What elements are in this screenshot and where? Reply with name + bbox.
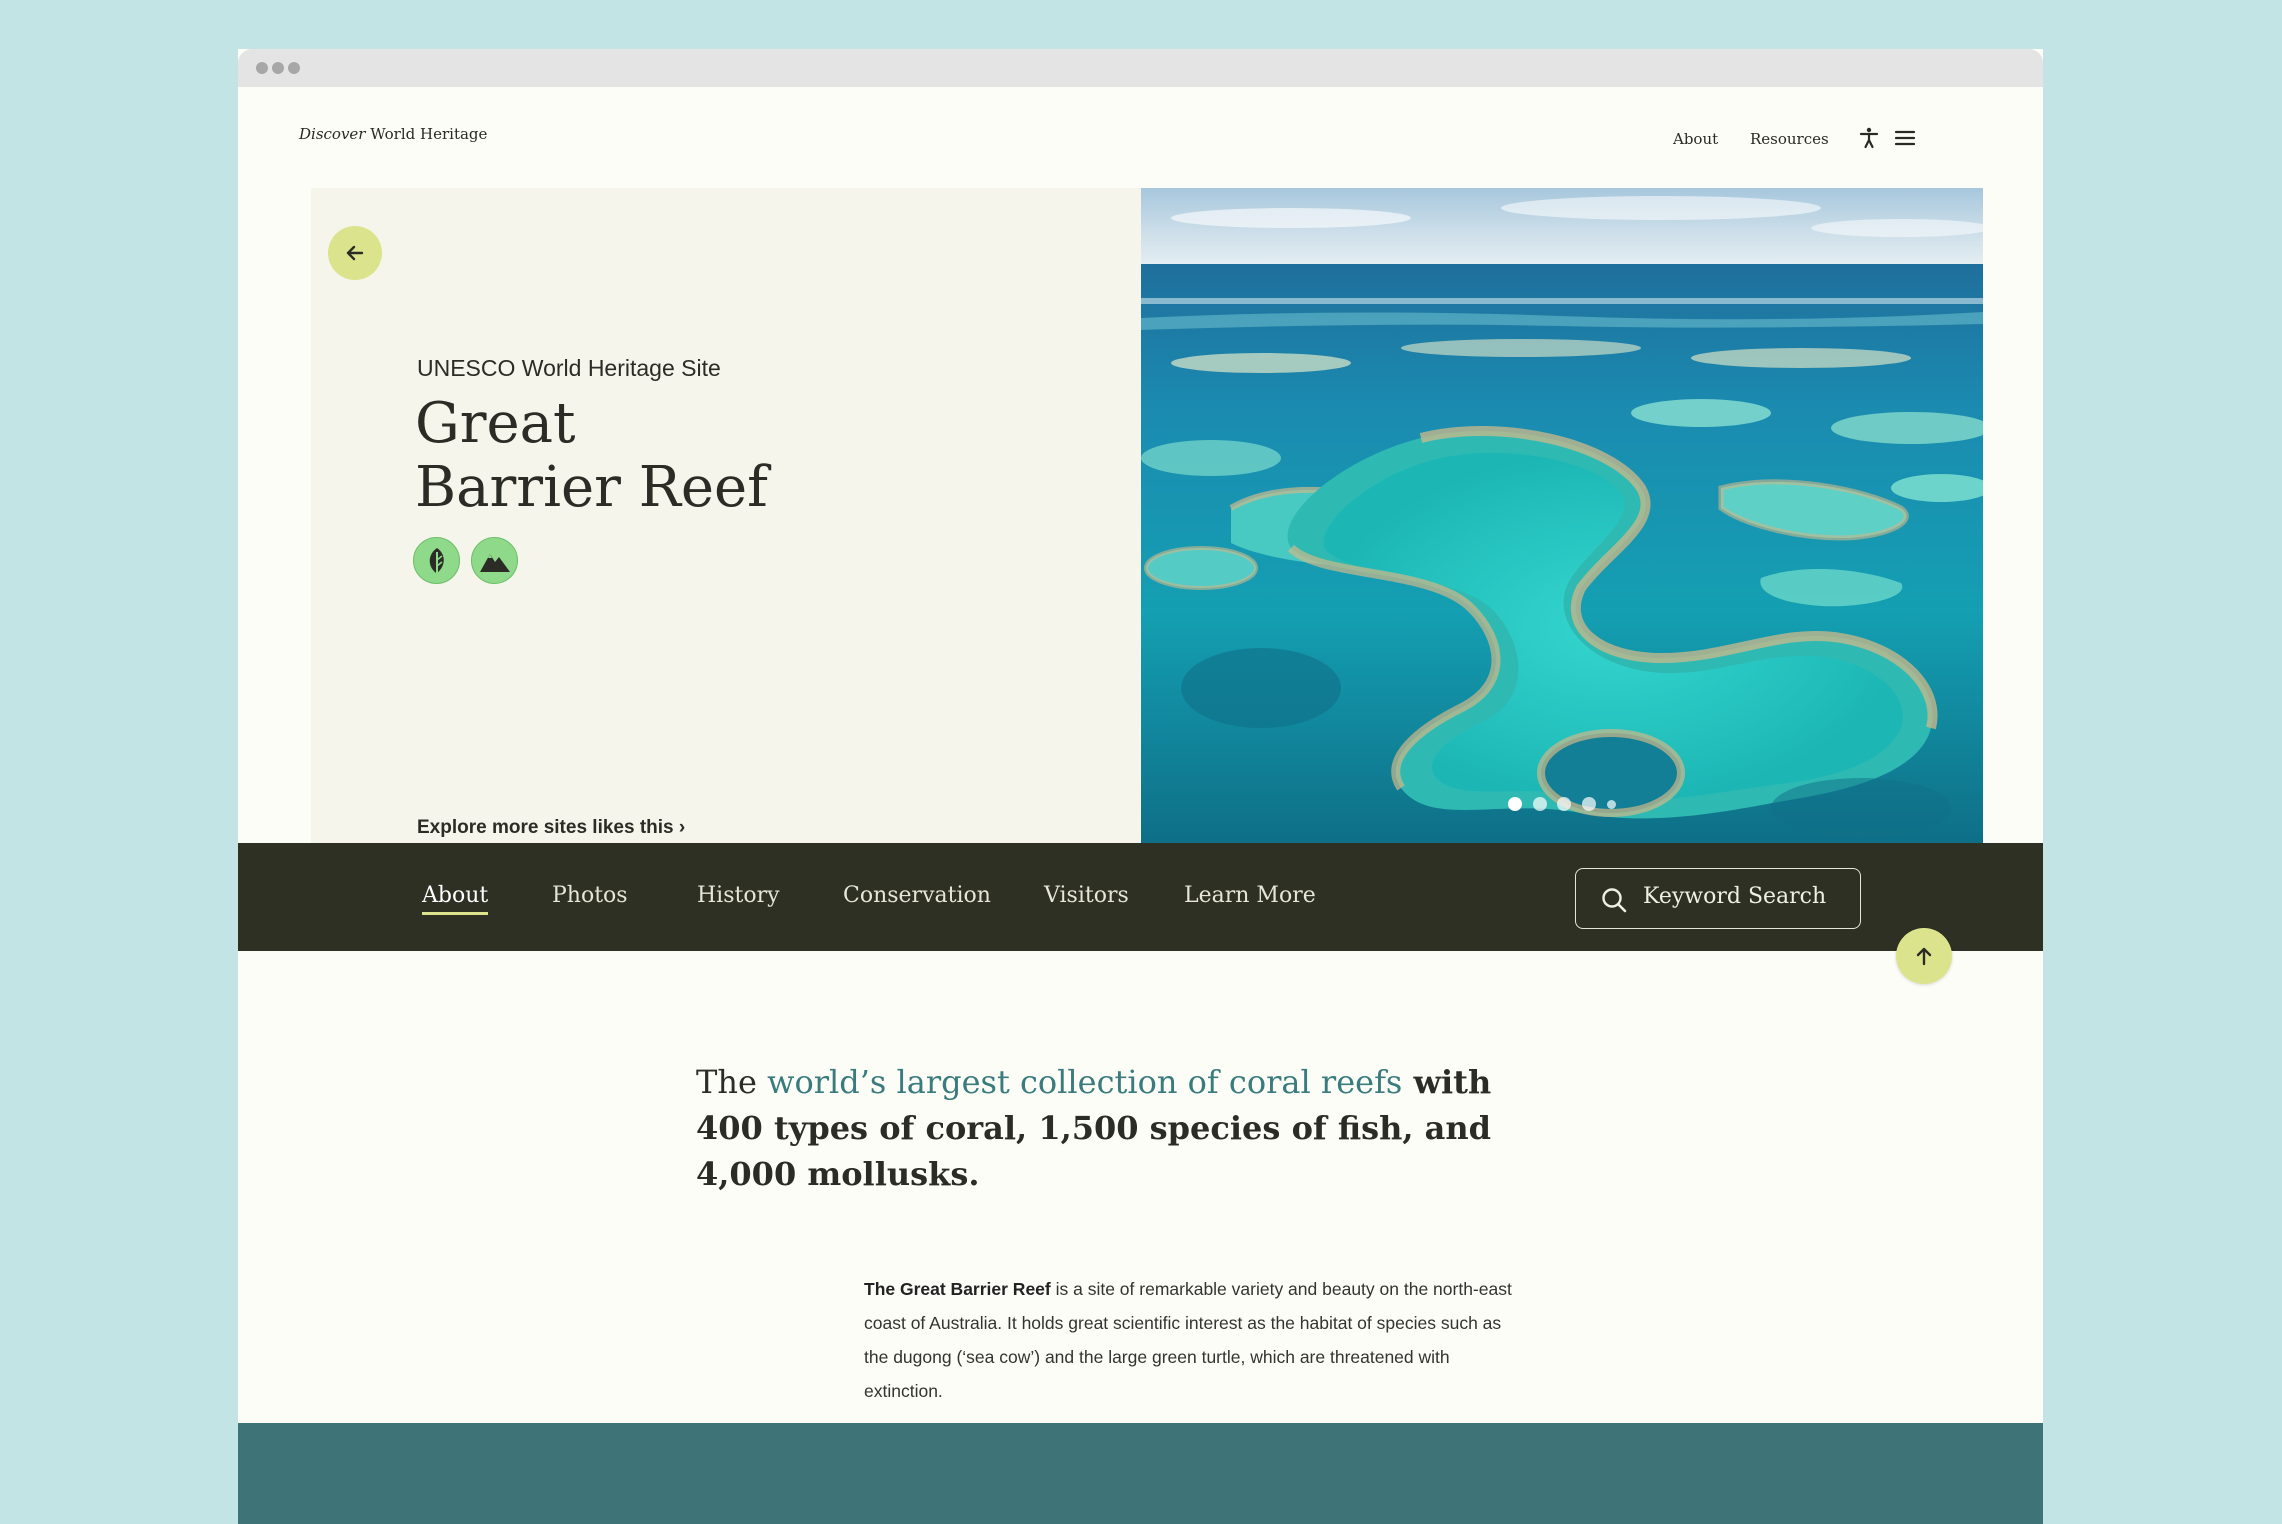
carousel-dot[interactable]	[1582, 797, 1596, 811]
section-nav: About Photos History Conservation Visito…	[238, 843, 2043, 951]
top-nav-about[interactable]: About	[1673, 130, 1718, 148]
site-category-label: UNESCO World Heritage Site	[417, 355, 721, 381]
carousel-dot[interactable]	[1607, 800, 1616, 809]
reef-aerial-image	[1141, 188, 1983, 843]
hero-info-panel: UNESCO World Heritage Site Great Barrier…	[311, 188, 1141, 843]
arrow-up-icon	[1916, 947, 1932, 966]
section-tab-about[interactable]: About	[422, 883, 489, 915]
carousel-dots	[1141, 797, 1983, 813]
back-to-top-button[interactable]	[1896, 928, 1952, 984]
accessibility-icon[interactable]	[1857, 126, 1881, 150]
hamburger-menu-icon[interactable]	[1893, 127, 1917, 149]
section-tab-photos[interactable]: Photos	[552, 883, 628, 908]
title-line-1: Great	[415, 391, 576, 456]
arrow-left-icon	[346, 245, 364, 261]
section-tab-history[interactable]: History	[697, 883, 780, 908]
next-section-band	[238, 1423, 2043, 1524]
leaf-icon[interactable]	[413, 537, 460, 584]
headline-accent: world’s largest collection of coral reef…	[767, 1063, 1403, 1101]
window-control-dot[interactable]	[288, 62, 300, 74]
brand-rest: World Heritage	[365, 125, 488, 143]
search-icon	[1602, 888, 1627, 913]
brand-italic: Discover	[299, 125, 366, 143]
headline-prefix: The	[696, 1063, 768, 1101]
window-control-dot[interactable]	[272, 62, 284, 74]
intro-body: The Great Barrier Reef is a site of rema…	[864, 1272, 1524, 1408]
section-tab-visitors[interactable]: Visitors	[1044, 883, 1129, 908]
section-tab-conservation[interactable]: Conservation	[843, 883, 991, 908]
hero-photo-reef-aerial[interactable]	[1141, 188, 1983, 843]
carousel-dot[interactable]	[1508, 797, 1522, 811]
browser-window: Discover World Heritage About Resources …	[238, 49, 2043, 1524]
search-placeholder: Keyword Search	[1643, 884, 1827, 909]
title-line-2: Barrier Reef	[415, 455, 768, 520]
back-button[interactable]	[328, 226, 382, 280]
section-tab-learn-more[interactable]: Learn More	[1184, 883, 1316, 908]
top-nav: About Resources	[1643, 119, 2043, 159]
page-title: Great Barrier Reef	[415, 392, 768, 520]
carousel-dot[interactable]	[1533, 797, 1547, 811]
mountain-icon[interactable]	[471, 537, 518, 584]
body-bold-lead: The Great Barrier Reef	[864, 1279, 1051, 1299]
intro-headline: The world’s largest collection of coral …	[696, 1059, 1536, 1197]
carousel-dot[interactable]	[1557, 797, 1571, 811]
explore-more-link[interactable]: Explore more sites likes this ›	[417, 817, 685, 839]
keyword-search-input[interactable]: Keyword Search	[1575, 868, 1861, 929]
top-nav-resources[interactable]: Resources	[1750, 130, 1829, 148]
window-titlebar	[238, 49, 2043, 87]
window-control-dot[interactable]	[256, 62, 268, 74]
site-logo[interactable]: Discover World Heritage	[299, 125, 487, 143]
